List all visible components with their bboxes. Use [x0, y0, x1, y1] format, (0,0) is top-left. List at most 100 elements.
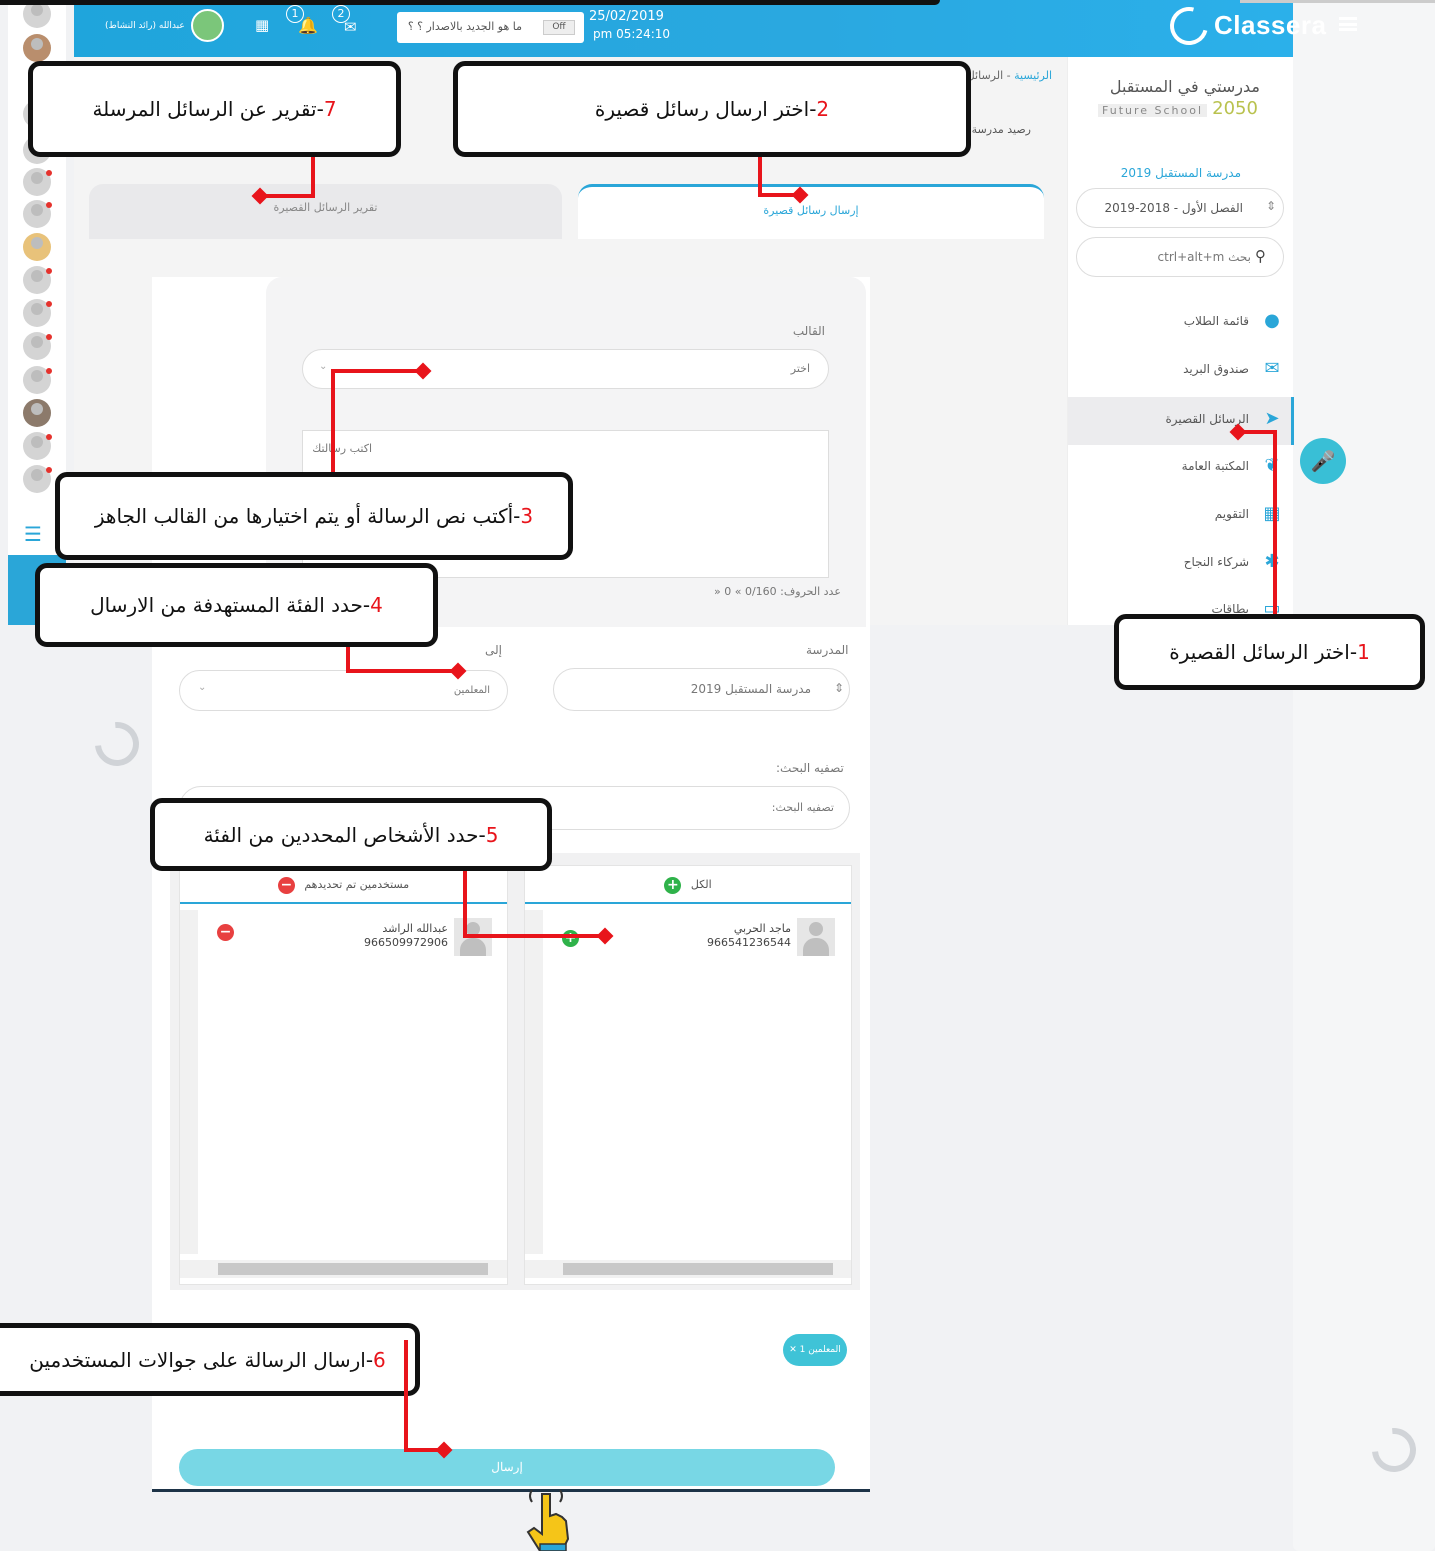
avatar[interactable] — [23, 233, 51, 261]
scroll-thumb[interactable] — [218, 1263, 488, 1275]
offline-dot — [46, 368, 52, 374]
user-name: عبدالله الراشد — [382, 922, 448, 935]
calendar-icon: ▦ — [1263, 503, 1281, 524]
available-users-list: الكل + ماجد الحربي 966541236544 + — [524, 865, 852, 1285]
user-name: ماجد الحربي — [733, 922, 791, 935]
school-field-label: المدرسة — [806, 643, 849, 657]
bell-icon[interactable]: 🔔 — [298, 16, 318, 35]
horizontal-scrollbar[interactable] — [525, 1260, 851, 1278]
user-photo — [797, 918, 835, 956]
horizontal-scrollbar[interactable] — [180, 1260, 507, 1278]
recipient-group-value: المعلمين — [453, 685, 490, 696]
breadcrumb-current: الرسائل — [966, 69, 1004, 82]
chevron-down-icon: ⌄ — [198, 682, 207, 693]
callout-text: -ارسال الرسالة على جوالات المستخدمين — [29, 1347, 374, 1372]
connector-line — [311, 157, 315, 197]
sort-arrows-icon: ⇕ — [1266, 199, 1277, 213]
sidebar-search[interactable]: بحث ctrl+alt+m ⚲ — [1076, 237, 1284, 277]
char-count: عدد الحروف: 0/160 » 0 « — [714, 585, 841, 598]
callout-number: 3 — [520, 504, 534, 528]
callout-step-7: 7 -تقرير عن الرسائل المرسلة — [28, 61, 401, 157]
connector-line — [331, 369, 423, 373]
sidebar-item-partners[interactable]: ✱ شركاء النجاح — [1068, 540, 1294, 588]
offline-dot — [46, 467, 52, 473]
school-select[interactable]: مدرسة المستقبل 2019 ⇕ — [553, 668, 850, 711]
mail-icon: ✉ — [1264, 358, 1280, 379]
avatar[interactable] — [23, 34, 51, 62]
tab-send-sms-label: إرسال رسائل قصيرة — [763, 204, 859, 217]
callout-number: 4 — [370, 593, 383, 617]
select-all-label[interactable]: الكل — [691, 878, 712, 891]
semester-value: الفصل الأول - 2018-2019 — [1104, 201, 1243, 215]
annotation-frame-edge — [0, 0, 940, 5]
connector-line — [404, 1340, 408, 1452]
sidebar-item-sms[interactable]: ➤ الرسائل القصيرة — [1068, 397, 1294, 445]
classera-logo-icon — [1163, 0, 1215, 52]
breadcrumb-separator: - — [1003, 69, 1015, 82]
remove-all-icon[interactable]: − — [277, 876, 295, 894]
offline-dot — [46, 434, 52, 440]
user-icon: ● — [1264, 310, 1280, 331]
microphone-button[interactable]: 🎤 — [1300, 438, 1346, 484]
callout-step-4: 4 -حدد الفئة المستهدفة من الارسال — [35, 563, 438, 647]
sort-arrows-icon: ⇕ — [834, 681, 845, 695]
list-item[interactable]: عبدالله الراشد 966509972906 − — [210, 918, 492, 962]
vertical-scrollbar[interactable] — [525, 910, 543, 1254]
school-subtitle-en: Future School — [1098, 104, 1208, 117]
connector-line — [1273, 430, 1277, 614]
sidebar-item-label: قائمة الطلاب — [1183, 314, 1249, 328]
selected-users-list: مستخدمين تم تحديدهم − عبدالله الراشد 966… — [179, 865, 508, 1285]
sidebar-item-calendar[interactable]: ▦ التقويم — [1068, 492, 1294, 540]
watermark-logo-icon — [86, 713, 148, 775]
connector-line — [346, 669, 458, 673]
connector-line — [758, 157, 762, 197]
available-users-header: الكل + — [525, 866, 851, 904]
avatar[interactable] — [23, 399, 51, 427]
selected-group-chip[interactable]: المعلمين 1 ✕ — [783, 1334, 847, 1366]
tab-sms-report-label: تقرير الرسائل القصيرة — [273, 201, 378, 214]
school-title: مدرسة المستقبل 2019 — [1120, 166, 1241, 180]
user-phone: 966541236544 — [707, 936, 791, 949]
send-icon: ➤ — [1264, 408, 1280, 429]
add-all-icon[interactable]: + — [664, 876, 682, 894]
leaf-icon: ❦ — [1264, 455, 1280, 476]
building-icon[interactable]: ▦ — [255, 16, 269, 34]
callout-number: 2 — [816, 97, 830, 121]
header-date: 25/02/2019 — [589, 9, 664, 24]
add-user-icon[interactable]: + — [562, 930, 579, 947]
sidebar-item-label: المكتبة العامة — [1181, 459, 1249, 473]
offline-dot — [46, 170, 52, 176]
offline-dot — [46, 334, 52, 340]
callout-text: -تقرير عن الرسائل المرسلة — [92, 97, 324, 121]
tab-sms-report[interactable]: تقرير الرسائل القصيرة — [89, 184, 562, 239]
tab-send-sms[interactable]: إرسال رسائل قصيرة — [578, 184, 1044, 239]
callout-step-6: 6 -ارسال الرسالة على جوالات المستخدمين — [0, 1323, 420, 1396]
callout-text: -حدد الأشخاص المحددين من الفئة — [203, 822, 486, 847]
envelope-icon[interactable]: ✉ — [344, 18, 357, 36]
callout-text: -حدد الفئة المستهدفة من الارسال — [90, 593, 371, 617]
list-icon[interactable]: ☰ — [24, 522, 42, 546]
sidebar-item-students[interactable]: ● قائمة الطلاب — [1068, 299, 1294, 347]
partners-icon: ✱ — [1264, 551, 1280, 572]
breadcrumb-home[interactable]: الرئيسية — [1014, 69, 1052, 82]
scroll-thumb[interactable] — [563, 1263, 833, 1275]
remove-user-icon[interactable]: − — [217, 924, 234, 941]
school-select-value: مدرسة المستقبل 2019 — [690, 682, 811, 696]
semester-select[interactable]: الفصل الأول - 2018-2019 ⇕ — [1076, 188, 1284, 228]
header-time: 05:24:10 pm — [593, 27, 671, 41]
whats-new-toggle[interactable]: Off — [543, 20, 575, 35]
pointer-hand-icon — [522, 1484, 572, 1551]
school-year: 2050 — [1212, 98, 1258, 119]
sidebar-item-library[interactable]: ❦ المكتبة العامة — [1068, 444, 1294, 492]
send-button[interactable]: إرسال — [179, 1449, 835, 1486]
user-avatar[interactable] — [191, 9, 224, 42]
callout-step-1: 1 -اختر الرسائل القصيرة — [1114, 614, 1425, 690]
user-name[interactable]: عبدالله (رائد النشاط) — [105, 21, 185, 31]
filter-label: تصفيه البحث: — [776, 761, 844, 775]
user-phone: 966509972906 — [364, 936, 448, 949]
offline-dot — [46, 202, 52, 208]
sidebar-item-mailbox[interactable]: ✉ صندوق البريد — [1068, 347, 1294, 395]
vertical-scrollbar[interactable] — [180, 910, 198, 1254]
whats-new-box[interactable]: ما هو الجديد بالاصدار ؟ ؟ Off — [397, 12, 584, 43]
menu-toggle-icon[interactable] — [1339, 17, 1357, 31]
